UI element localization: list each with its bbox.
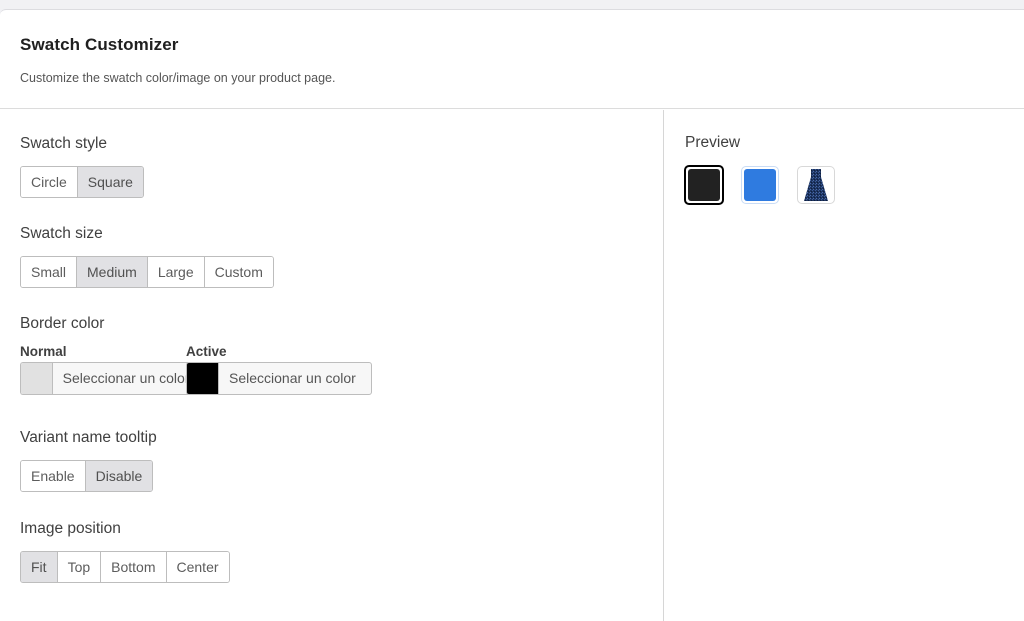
image-position-section: Image position Fit Top Bottom Center — [20, 519, 230, 583]
swatch-size-section: Swatch size Small Medium Large Custom — [20, 224, 274, 288]
card-body: Swatch style Circle Square Swatch size S… — [0, 110, 1024, 621]
preview-swatch-image[interactable] — [797, 166, 835, 204]
preview-panel: Preview — [665, 110, 1024, 621]
tooltip-disable-button[interactable]: Disable — [85, 461, 153, 491]
preview-label: Preview — [685, 134, 741, 151]
swatch-style-circle-button[interactable]: Circle — [21, 167, 78, 197]
card-header: Swatch Customizer Customize the swatch c… — [0, 10, 1024, 109]
swatch-style-square-button[interactable]: Square — [77, 167, 143, 197]
normal-color-swatch[interactable] — [21, 363, 53, 394]
dress-image-icon — [804, 169, 828, 201]
border-color-row: Normal Seleccionar un color Active Selec… — [20, 344, 420, 396]
swatch-size-label: Swatch size — [20, 225, 103, 242]
swatch-size-medium-button[interactable]: Medium — [77, 257, 148, 287]
settings-panel: Swatch style Circle Square Swatch size S… — [0, 110, 664, 621]
swatch-customizer-card: Swatch Customizer Customize the swatch c… — [0, 9, 1024, 621]
tooltip-enable-button[interactable]: Enable — [21, 461, 86, 491]
page-subtitle: Customize the swatch color/image on your… — [20, 71, 336, 85]
image-position-label: Image position — [20, 520, 121, 537]
border-color-section: Border color Normal Seleccionar un color… — [20, 314, 420, 396]
image-position-center-button[interactable]: Center — [166, 552, 229, 582]
swatch-style-section: Swatch style Circle Square — [20, 134, 144, 198]
preview-swatches — [684, 165, 851, 205]
variant-tooltip-label: Variant name tooltip — [20, 429, 157, 446]
swatch-style-label: Swatch style — [20, 135, 108, 152]
image-position-group: Fit Top Bottom Center — [20, 551, 230, 583]
image-position-bottom-button[interactable]: Bottom — [101, 552, 167, 582]
preview-swatch-blue[interactable] — [741, 166, 779, 204]
blue-color-fill — [744, 169, 776, 201]
active-color-input[interactable]: Seleccionar un color — [219, 363, 356, 394]
variant-tooltip-group: Enable Disable — [20, 460, 154, 492]
swatch-size-small-button[interactable]: Small — [21, 257, 78, 287]
swatch-style-group: Circle Square — [20, 166, 144, 198]
swatch-size-large-button[interactable]: Large — [147, 257, 205, 287]
page-title: Swatch Customizer — [20, 35, 179, 54]
normal-color-input[interactable]: Seleccionar un color — [53, 363, 188, 394]
image-position-top-button[interactable]: Top — [57, 552, 102, 582]
active-color-swatch[interactable] — [187, 363, 219, 394]
swatch-size-custom-button[interactable]: Custom — [204, 257, 273, 287]
active-color-picker[interactable]: Seleccionar un color — [186, 362, 372, 395]
normal-color-picker[interactable]: Seleccionar un color — [20, 362, 188, 395]
image-position-fit-button[interactable]: Fit — [21, 552, 58, 582]
normal-color-label: Normal — [20, 344, 67, 359]
border-color-label: Border color — [20, 315, 105, 332]
active-color-label: Active — [186, 344, 227, 359]
variant-tooltip-section: Variant name tooltip Enable Disable — [20, 428, 157, 492]
black-color-fill — [688, 169, 720, 201]
preview-swatch-black[interactable] — [684, 165, 724, 205]
swatch-size-group: Small Medium Large Custom — [20, 256, 274, 288]
